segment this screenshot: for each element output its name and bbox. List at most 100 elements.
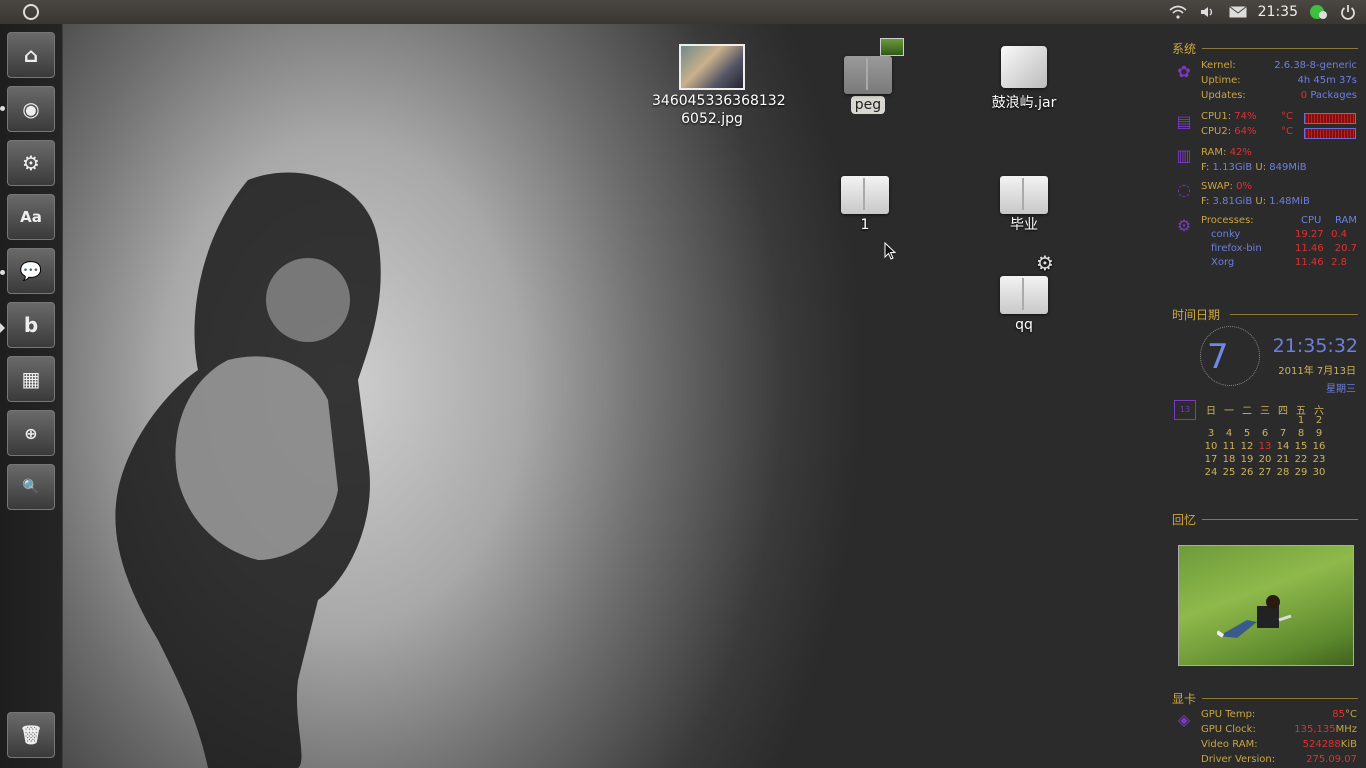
desktop-icon-label: 346045336368132 — [652, 93, 786, 109]
cpu-icon: ▤ — [1176, 112, 1192, 131]
gpu-clock-label: GPU Clock: — [1201, 724, 1256, 735]
launcher-search-files[interactable]: 🔍 — [7, 464, 55, 510]
volume-icon[interactable] — [1198, 2, 1218, 22]
calendar-day — [1274, 415, 1292, 428]
desktop-wallpaper — [62, 24, 1366, 768]
vram-value: 524288 — [1302, 739, 1341, 750]
trash-icon: 🗑 — [19, 724, 43, 746]
calendar-day: 7 — [1279, 428, 1287, 439]
calendar-week: 17 18 19 20 21 22 23 — [1202, 454, 1328, 467]
calendar-weekday: 四 — [1278, 406, 1288, 417]
calendar-weekday: 六 — [1314, 406, 1324, 417]
section-divider — [1230, 314, 1358, 315]
desktop-icon-peg[interactable]: peg — [808, 38, 928, 114]
folder-icon — [841, 176, 889, 214]
firefox-icon: ◉ — [22, 97, 40, 121]
section-divider — [1202, 48, 1358, 49]
panel-clock[interactable]: 21:35 — [1258, 4, 1298, 20]
launcher-ubuntu-software[interactable]: ⚙ — [7, 140, 55, 186]
home-icon: ⌂ — [23, 43, 39, 67]
unity-launcher: ⌂ ◉ ⚙ Aa 💬 b ▦ ⊕ 🔍 🗑 — [0, 24, 63, 768]
calendar: 日一二三四五六 1 2 3 4 5 6 7 8 9 10 11 12 13 14 15 16 17 18 19 20 2… — [1202, 402, 1328, 480]
ubuntu-circle-icon[interactable] — [22, 3, 40, 21]
ram-used-value: 849MiB — [1269, 162, 1307, 173]
cpu1-temp: °C — [1281, 111, 1293, 122]
ram-value: 42% — [1229, 147, 1252, 158]
cpu2-graph — [1304, 128, 1356, 139]
calendar-day: 24 — [1204, 467, 1218, 478]
active-indicator — [0, 323, 5, 333]
desktop-icon-label: peg — [850, 96, 886, 114]
gpu-section-title: 显卡 — [1172, 692, 1197, 706]
gpu-temp-value: 85 — [1332, 709, 1346, 720]
desktop-icon-folder-1[interactable]: 1 — [805, 176, 925, 234]
process-row: firefox-bin 11.46 20.7 — [1211, 243, 1357, 254]
desktop-icon-jar[interactable]: 鼓浪屿.jar — [964, 46, 1084, 112]
calendar-week: 24 25 26 27 28 29 30 — [1202, 467, 1328, 480]
datetime-section-title: 时间日期 — [1172, 308, 1221, 322]
cpu2-label: CPU2: — [1201, 126, 1232, 137]
calendar-day: 17 — [1204, 454, 1218, 465]
calendar-day: 21 — [1276, 454, 1290, 465]
gpu-clock-unit: MHz — [1335, 724, 1357, 735]
swap-value: 0% — [1236, 181, 1252, 192]
launcher-font-viewer[interactable]: Aa — [7, 194, 55, 240]
launcher-home-folder[interactable]: ⌂ — [7, 32, 55, 78]
calendar-day: 12 — [1240, 441, 1254, 452]
calendar-day — [1256, 415, 1274, 428]
section-divider — [1202, 698, 1358, 699]
calendar-icon: 13 — [1174, 400, 1196, 420]
kernel-value: 2.6.38-8-generic — [1274, 60, 1357, 71]
proc-cpu-header: CPU — [1301, 215, 1322, 226]
zoom-in-icon: ⊕ — [24, 423, 38, 443]
power-icon[interactable] — [1338, 2, 1358, 22]
swap-icon: ◌ — [1177, 180, 1191, 199]
image-thumbnail — [679, 44, 745, 90]
swap-used-label: U: — [1255, 196, 1267, 207]
calendar-week: 10 11 12 13 14 15 16 — [1202, 441, 1328, 454]
workspace-switcher-icon: ▦ — [21, 367, 41, 391]
calendar-day: 9 — [1315, 428, 1323, 439]
memory-photo — [1178, 545, 1354, 666]
ram-free-label: F: — [1201, 162, 1210, 173]
ram-chip-icon: ▥ — [1176, 146, 1192, 165]
running-indicator — [0, 270, 5, 275]
launcher-magnifier[interactable]: ⊕ — [7, 410, 55, 456]
chat-icon[interactable] — [1308, 2, 1328, 22]
driver-value: 275.09.07 — [1306, 754, 1357, 765]
launcher-firefox[interactable]: ◉ — [7, 86, 55, 132]
mouse-cursor-icon — [884, 242, 896, 260]
desktop-icon-label: qq — [1015, 317, 1033, 333]
calendar-day: 4 — [1225, 428, 1233, 439]
cpu1-value: 74% — [1234, 111, 1257, 122]
swap-label: SWAP: — [1201, 181, 1233, 192]
mail-icon[interactable] — [1228, 2, 1248, 22]
desktop-icon-label: 毕业 — [1010, 217, 1038, 233]
gpu-temp-unit: °C — [1345, 709, 1357, 720]
calendar-weekdays: 日一二三四五六 — [1202, 402, 1328, 417]
vram-label: Video RAM: — [1201, 739, 1258, 750]
launcher-empathy-chat[interactable]: 💬 — [7, 248, 55, 294]
wifi-icon[interactable] — [1168, 2, 1188, 22]
vram-unit: KiB — [1340, 739, 1357, 750]
launcher-trash[interactable]: 🗑 — [7, 712, 55, 758]
calendar-day: 27 — [1258, 467, 1272, 478]
calendar-day: 28 — [1276, 467, 1290, 478]
swap-used-value: 1.48MiB — [1269, 196, 1310, 207]
calendar-day — [1238, 415, 1256, 428]
desktop-icon-jpg[interactable]: 346045336368132 6052.jpg — [652, 44, 786, 128]
ram-used-label: U: — [1255, 162, 1267, 173]
system-section-title: 系统 — [1172, 42, 1197, 56]
weekday-text: 星期三 — [1326, 384, 1356, 395]
calendar-day: 25 — [1222, 467, 1236, 478]
desktop-icon-label-line2: 6052.jpg — [681, 111, 743, 127]
updates-count: 0 — [1300, 90, 1308, 101]
ram-label: RAM: — [1201, 147, 1227, 158]
gpu-temp-label: GPU Temp: — [1201, 709, 1256, 720]
launcher-banshee[interactable]: b — [7, 302, 55, 348]
calendar-day: 29 — [1294, 467, 1308, 478]
desktop-icon-folder-qq[interactable]: ⚙ qq — [964, 253, 1084, 334]
launcher-workspaces[interactable]: ▦ — [7, 356, 55, 402]
calendar-day: 10 — [1204, 441, 1218, 452]
desktop-icon-folder-graduation[interactable]: 毕业 — [964, 176, 1084, 234]
